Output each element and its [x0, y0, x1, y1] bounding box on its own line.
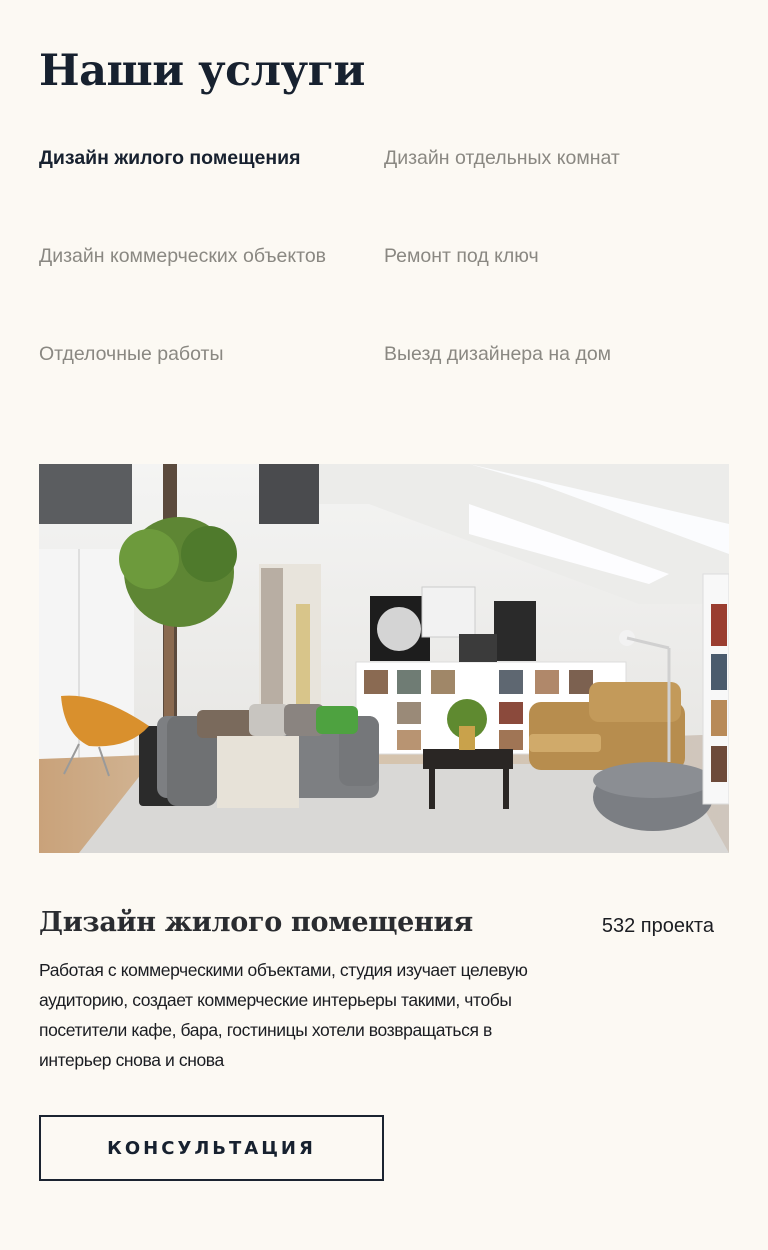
service-description: Работая с коммерческими объектами, студи… — [39, 960, 528, 1070]
service-image — [39, 464, 729, 853]
service-title: Дизайн жилого помещения — [39, 907, 473, 938]
page-title: Наши услуги — [39, 46, 365, 96]
services-tabs: Дизайн жилого помещения Дизайн отдельных… — [39, 140, 729, 434]
tab-turnkey-renovation[interactable]: Ремонт под ключ — [384, 238, 729, 336]
project-count: 532 проекта — [601, 915, 714, 937]
tab-room-design[interactable]: Дизайн отдельных комнат — [384, 140, 729, 238]
tab-designer-visit[interactable]: Выезд дизайнера на дом — [384, 336, 729, 434]
tab-commercial-design[interactable]: Дизайн коммерческих объектов — [39, 238, 384, 336]
consultation-button[interactable]: КОНСУЛЬТАЦИЯ — [39, 1115, 384, 1181]
tab-residential-design[interactable]: Дизайн жилого помещения — [39, 140, 384, 238]
tab-finishing-works[interactable]: Отделочные работы — [39, 336, 384, 434]
